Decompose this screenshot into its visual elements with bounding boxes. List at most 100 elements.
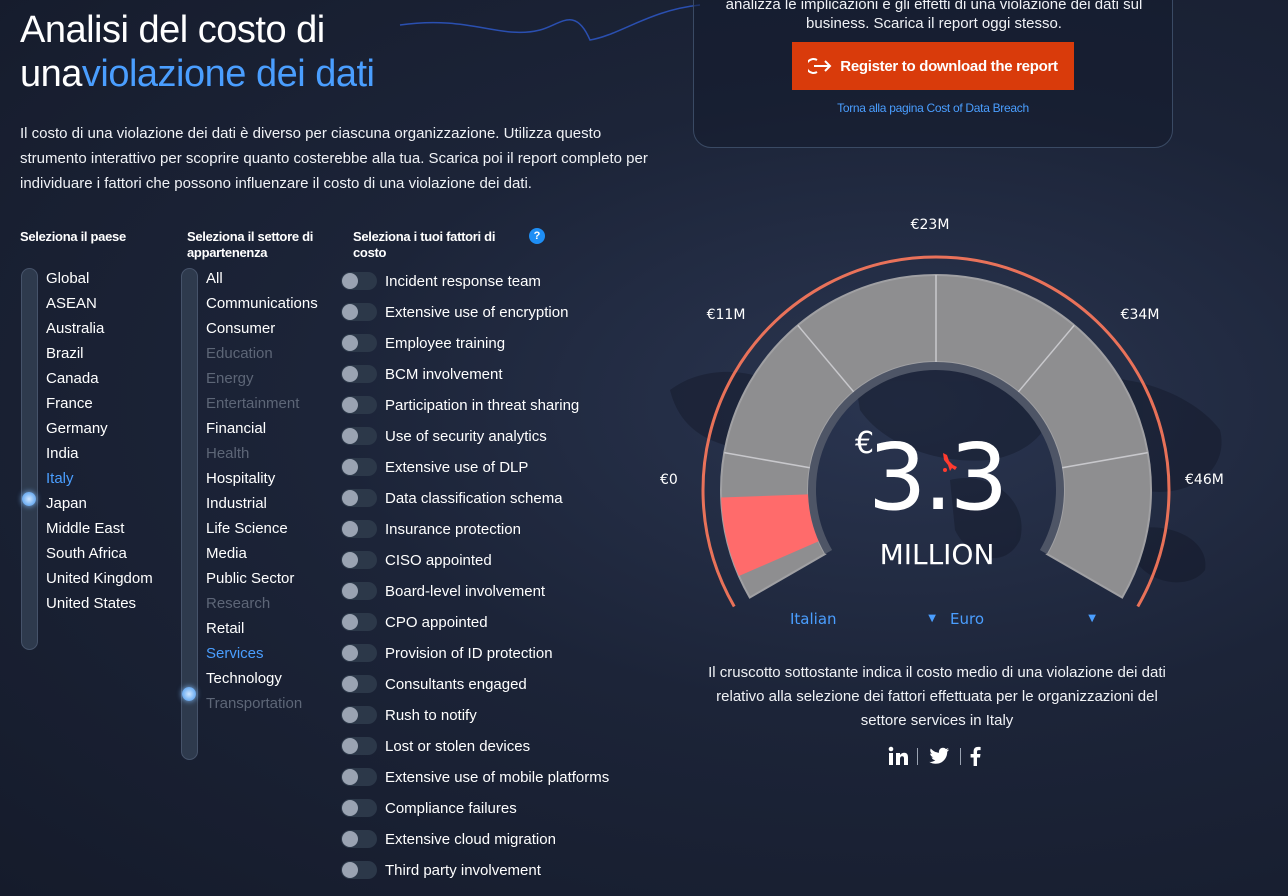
factor-item: Compliance failures	[341, 792, 609, 823]
factor-toggle[interactable]	[341, 643, 377, 662]
factor-toggle[interactable]	[341, 271, 377, 290]
country-item-united-states[interactable]: United States	[46, 591, 153, 616]
factor-label: Incident response team	[385, 273, 541, 290]
country-item-japan[interactable]: Japan	[46, 491, 153, 516]
country-item-global[interactable]: Global	[46, 266, 153, 291]
factor-item: BCM involvement	[341, 358, 609, 389]
industry-slider-handle[interactable]	[182, 687, 196, 701]
factor-toggle[interactable]	[341, 550, 377, 569]
factor-label: BCM involvement	[385, 366, 503, 383]
back-to-cost-page-link[interactable]: Torna alla pagina Cost of Data Breach	[694, 101, 1172, 115]
factor-label: Third party involvement	[385, 862, 541, 879]
factor-toggle[interactable]	[341, 705, 377, 724]
industry-item-technology[interactable]: Technology	[206, 666, 318, 691]
country-item-asean[interactable]: ASEAN	[46, 291, 153, 316]
title-line-1: Analisi del costo di	[20, 9, 325, 51]
country-item-india[interactable]: India	[46, 441, 153, 466]
industry-item-industrial[interactable]: Industrial	[206, 491, 318, 516]
help-icon[interactable]: ?	[529, 228, 545, 244]
country-item-italy[interactable]: Italy	[46, 466, 153, 491]
country-item-australia[interactable]: Australia	[46, 316, 153, 341]
factor-label: Extensive use of DLP	[385, 459, 529, 476]
factor-item: Extensive use of DLP	[341, 451, 609, 482]
industry-item-retail[interactable]: Retail	[206, 616, 318, 641]
country-item-canada[interactable]: Canada	[46, 366, 153, 391]
country-item-brazil[interactable]: Brazil	[46, 341, 153, 366]
factor-toggle[interactable]	[341, 829, 377, 848]
industry-item-public-sector[interactable]: Public Sector	[206, 566, 318, 591]
industry-item-research: Research	[206, 595, 271, 612]
country-item-france[interactable]: France	[46, 391, 153, 416]
country-item-germany[interactable]: Germany	[46, 416, 153, 441]
report-panel: analizza le implicazioni e gli effetti d…	[693, 0, 1173, 148]
factor-label: Board-level involvement	[385, 583, 546, 600]
factor-toggle[interactable]	[341, 798, 377, 817]
sign-in-arrow-icon	[808, 58, 832, 74]
industry-item-media[interactable]: Media	[206, 541, 318, 566]
factor-label: Data classification schema	[385, 490, 563, 507]
factor-toggle[interactable]	[341, 767, 377, 786]
industry-item-consumer[interactable]: Consumer	[206, 316, 318, 341]
industry-item-financial[interactable]: Financial	[206, 416, 318, 441]
industry-item-all[interactable]: All	[206, 266, 318, 291]
industry-item-communications[interactable]: Communications	[206, 291, 318, 316]
page-title: Analisi del costo di unaviolazione dei d…	[20, 8, 375, 96]
gauge-label-min: €0	[660, 472, 678, 488]
factor-toggle[interactable]	[341, 581, 377, 600]
currency-select-value: Euro	[950, 610, 984, 628]
language-select-value: Italian	[790, 610, 837, 628]
factor-item: Third party involvement	[341, 854, 609, 885]
factor-toggle[interactable]	[341, 302, 377, 321]
twitter-icon[interactable]	[927, 744, 951, 768]
factor-toggle[interactable]	[341, 333, 377, 352]
factor-toggle[interactable]	[341, 519, 377, 538]
language-select[interactable]: Italian ▼	[790, 610, 936, 632]
industry-item-life-science[interactable]: Life Science	[206, 516, 318, 541]
factor-item: Use of security analytics	[341, 420, 609, 451]
register-download-button[interactable]: Register to download the report	[792, 42, 1074, 90]
industry-item-hospitality[interactable]: Hospitality	[206, 466, 318, 491]
factor-label: Consultants engaged	[385, 676, 527, 693]
factor-toggle[interactable]	[341, 395, 377, 414]
country-heading: Seleziona il paese	[20, 229, 126, 245]
intro-text: Il costo di una violazione dei dati è di…	[20, 125, 648, 192]
factor-label: Use of security analytics	[385, 428, 547, 445]
factor-label: Insurance protection	[385, 521, 521, 538]
factor-toggle[interactable]	[341, 674, 377, 693]
chevron-down-icon: ▼	[1088, 613, 1096, 624]
factor-toggle[interactable]	[341, 488, 377, 507]
facebook-icon[interactable]	[967, 744, 983, 768]
factor-label: CISO appointed	[385, 552, 492, 569]
industry-item-services[interactable]: Services	[206, 641, 318, 666]
factor-toggle[interactable]	[341, 736, 377, 755]
gauge-label-tick: €11M	[707, 307, 746, 323]
factor-toggle[interactable]	[341, 457, 377, 476]
factor-label: Lost or stolen devices	[385, 738, 531, 755]
factor-toggle[interactable]	[341, 364, 377, 383]
country-item-united-kingdom[interactable]: United Kingdom	[46, 566, 153, 591]
country-slider-track[interactable]	[21, 268, 38, 650]
factor-item: Board-level involvement	[341, 575, 609, 606]
country-item-south-africa[interactable]: South Africa	[46, 541, 153, 566]
linkedin-icon[interactable]	[887, 744, 909, 768]
country-item-middle-east[interactable]: Middle East	[46, 516, 153, 541]
register-download-label: Register to download the report	[840, 57, 1058, 75]
factor-toggle[interactable]	[341, 860, 377, 879]
country-heading-text: Seleziona il paese	[20, 229, 126, 244]
industry-heading: Seleziona il settore di appartenenza	[187, 229, 313, 261]
factor-item: Participation in threat sharing	[341, 389, 609, 420]
cost-unit: MILLION	[879, 538, 995, 571]
factor-item: Lost or stolen devices	[341, 730, 609, 761]
factor-item: CPO appointed	[341, 606, 609, 637]
factor-label: Extensive cloud migration	[385, 831, 556, 848]
gauge-caption: Il cruscotto sottostante indica il costo…	[708, 664, 1166, 729]
currency-select[interactable]: Euro ▼	[950, 610, 1096, 632]
factor-toggle[interactable]	[341, 426, 377, 445]
industry-item-transportation: Transportation	[206, 695, 303, 712]
title-highlight: violazione dei dati	[81, 53, 375, 95]
factor-item: Employee training	[341, 327, 609, 358]
factor-toggle[interactable]	[341, 612, 377, 631]
country-slider-handle[interactable]	[22, 492, 36, 506]
industry-heading-line-1: Seleziona il settore di	[187, 229, 314, 244]
factors-heading-line-2: costo	[353, 245, 387, 260]
